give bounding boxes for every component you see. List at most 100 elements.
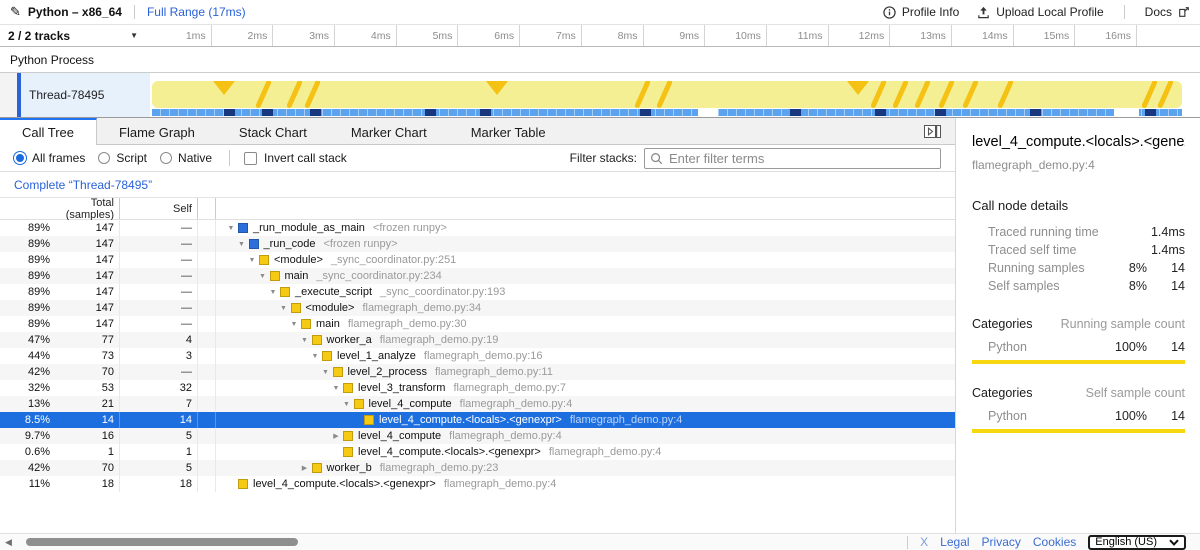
expand-open-icon[interactable]: ▼ <box>287 321 301 328</box>
footer-link-cookies[interactable]: Cookies <box>1033 535 1076 549</box>
expand-open-icon[interactable]: ▼ <box>298 337 312 344</box>
breadcrumb-complete-thread[interactable]: Complete “Thread-78495” <box>14 178 152 192</box>
expand-open-icon[interactable]: ▼ <box>277 305 291 312</box>
expand-open-icon[interactable]: ▼ <box>308 353 322 360</box>
expand-open-icon[interactable]: ▼ <box>256 273 270 280</box>
call-tree-row[interactable]: 0.6%11level_4_compute.<locals>.<genexpr>… <box>0 444 955 460</box>
footer-close-link[interactable]: X <box>920 535 928 549</box>
tab-flame-graph[interactable]: Flame Graph <box>97 118 217 144</box>
footer-link-privacy[interactable]: Privacy <box>982 535 1021 549</box>
cell-total-samples: 147 <box>50 268 120 284</box>
cell-total-samples: 147 <box>50 284 120 300</box>
sample-dark-segment <box>310 109 321 116</box>
invert-call-stack-checkbox[interactable]: Invert call stack <box>244 151 347 165</box>
expand-open-icon[interactable]: ▼ <box>329 385 343 392</box>
tracks-dropdown[interactable]: 2 / 2 tracks ▼ <box>0 25 150 46</box>
radio-all-frames[interactable]: All frames <box>14 151 85 165</box>
expand-closed-icon[interactable]: ▶ <box>329 432 343 440</box>
expand-open-icon[interactable]: ▼ <box>224 225 238 232</box>
cell-category-spacer <box>198 300 216 316</box>
col-category-spacer <box>198 198 216 219</box>
call-tree-row[interactable]: 89%147—▼_run_code<frozen runpy> <box>0 236 955 252</box>
tab-call-tree[interactable]: Call Tree <box>0 118 97 145</box>
sidebar-details-list: Traced running time1.4msTraced self time… <box>972 223 1185 295</box>
call-tree-row[interactable]: 89%147—▼mainflamegraph_demo.py:30 <box>0 316 955 332</box>
call-tree-row[interactable]: 13%217▼level_4_computeflamegraph_demo.py… <box>0 396 955 412</box>
expand-open-icon[interactable]: ▼ <box>245 257 259 264</box>
gc-minor-marker-icon <box>892 81 909 108</box>
edit-pencil-icon[interactable]: ✎ <box>10 4 21 20</box>
thread-name: Thread-78495 <box>29 88 104 102</box>
sample-dark-segment <box>935 109 946 116</box>
checkbox-icon <box>244 152 257 165</box>
ruler-tick: 8ms <box>582 25 644 46</box>
cell-category-spacer <box>198 252 216 268</box>
tab-stack-chart[interactable]: Stack Chart <box>217 118 329 144</box>
call-tree-row[interactable]: 44%733▼level_1_analyzeflamegraph_demo.py… <box>0 348 955 364</box>
radio-native[interactable]: Native <box>160 151 212 165</box>
radio-script[interactable]: Script <box>98 151 147 165</box>
call-tree-row[interactable]: 8.5%1414level_4_compute.<locals>.<genexp… <box>0 412 955 428</box>
scrollbar-thumb[interactable] <box>26 538 298 546</box>
call-tree-row[interactable]: 89%147—▼main_sync_coordinator.py:234 <box>0 268 955 284</box>
categories-count-type: Self sample count <box>1086 386 1185 400</box>
timeline-tracks: Python Process Thread-78495 <box>0 47 1200 118</box>
categories-label: Categories <box>972 317 1032 331</box>
function-name: level_1_analyze <box>337 350 416 362</box>
col-header-total[interactable]: Total (samples) <box>50 198 120 219</box>
cell-total-percent: 89% <box>0 254 50 266</box>
call-tree-row[interactable]: 9.7%165▶level_4_computeflamegraph_demo.p… <box>0 428 955 444</box>
call-tree-row[interactable]: 42%705▶worker_bflamegraph_demo.py:23 <box>0 460 955 476</box>
expand-open-icon[interactable]: ▼ <box>340 401 354 408</box>
category-square-icon <box>333 367 343 377</box>
upload-profile-button[interactable]: Upload Local Profile <box>977 5 1103 19</box>
call-tree-row[interactable]: 47%774▼worker_aflamegraph_demo.py:19 <box>0 332 955 348</box>
search-icon <box>650 152 663 165</box>
call-tree-row[interactable]: 32%5332▼level_3_transformflamegraph_demo… <box>0 380 955 396</box>
call-tree-row[interactable]: 42%70—▼level_2_processflamegraph_demo.py… <box>0 364 955 380</box>
expand-closed-icon[interactable]: ▶ <box>298 464 312 472</box>
gc-minor-marker-icon <box>914 81 931 108</box>
filter-stacks-input[interactable] <box>644 148 941 169</box>
thread-track[interactable]: Thread-78495 <box>0 73 1200 117</box>
cell-total-percent: 89% <box>0 286 50 298</box>
col-header-self[interactable]: Self <box>120 198 198 219</box>
expand-open-icon[interactable]: ▼ <box>266 289 280 296</box>
call-tree-row[interactable]: 11%1818level_4_compute.<locals>.<genexpr… <box>0 476 955 492</box>
call-tree-row[interactable]: 89%147—▼<module>flamegraph_demo.py:34 <box>0 300 955 316</box>
cell-category-spacer <box>198 396 216 412</box>
sidebar-toggle-button[interactable] <box>924 118 955 144</box>
scroll-left-arrow[interactable]: ◀ <box>0 537 16 548</box>
expand-open-icon[interactable]: ▼ <box>319 369 333 376</box>
footer-link-legal[interactable]: Legal <box>940 535 969 549</box>
cell-total-percent: 89% <box>0 318 50 330</box>
cell-total-samples: 21 <box>50 396 120 412</box>
cell-function: ▶worker_bflamegraph_demo.py:23 <box>216 460 955 476</box>
thread-activity-graph[interactable] <box>150 73 1200 117</box>
search-wrap <box>644 148 941 169</box>
ruler-tick: 5ms <box>397 25 459 46</box>
function-name: <module> <box>306 302 355 314</box>
time-ruler[interactable]: 1ms2ms3ms4ms5ms6ms7ms8ms9ms10ms11ms12ms1… <box>150 25 1200 46</box>
call-tree-row[interactable]: 89%147—▼_run_module_as_main<frozen runpy… <box>0 220 955 236</box>
profile-name[interactable]: Python – x86_64 <box>28 5 122 19</box>
file-location: <frozen runpy> <box>373 222 447 234</box>
process-track-header[interactable]: Python Process <box>0 47 1200 73</box>
cell-self: — <box>120 300 198 316</box>
horizontal-scrollbar[interactable] <box>16 534 666 550</box>
full-range-link[interactable]: Full Range (17ms) <box>147 5 246 19</box>
language-select[interactable]: English (US) <box>1088 535 1186 550</box>
call-tree-row[interactable]: 89%147—▼_execute_script_sync_coordinator… <box>0 284 955 300</box>
divider <box>907 536 908 549</box>
category-name: Python <box>988 340 1027 354</box>
profile-info-button[interactable]: Profile Info <box>883 5 959 19</box>
docs-link[interactable]: Docs <box>1145 5 1190 19</box>
expand-open-icon[interactable]: ▼ <box>235 241 249 248</box>
gc-minor-marker-icon <box>997 81 1014 108</box>
sample-dark-segment <box>790 109 801 116</box>
tab-marker-table[interactable]: Marker Table <box>449 118 568 144</box>
category-square-icon <box>343 383 353 393</box>
call-tree-row[interactable]: 89%147—▼<module>_sync_coordinator.py:251 <box>0 252 955 268</box>
tab-marker-chart[interactable]: Marker Chart <box>329 118 449 144</box>
thread-label[interactable]: Thread-78495 <box>21 73 150 117</box>
